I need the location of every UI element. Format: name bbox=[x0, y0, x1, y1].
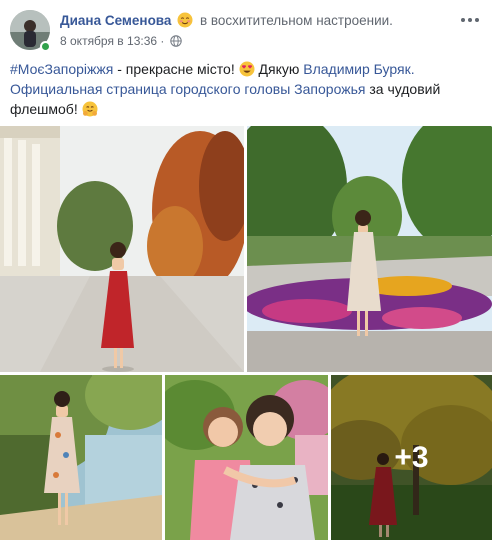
photo-mother-daughter-selfie[interactable] bbox=[165, 375, 328, 540]
timestamp[interactable]: 8 октября в 13:36 bbox=[60, 34, 157, 48]
more-options-icon[interactable] bbox=[460, 12, 480, 28]
photo-woman-red-dress-boulevard[interactable] bbox=[0, 126, 244, 372]
author-name[interactable]: Диана Семенова bbox=[60, 13, 171, 28]
photo-woman-red-dress-yellow-tree[interactable]: +3 bbox=[331, 375, 492, 540]
post-header: Диана Семенова в восхитительном настроен… bbox=[0, 0, 492, 56]
text-part-1: - прекрасне місто! bbox=[113, 61, 239, 77]
photo-woman-flower-bed[interactable] bbox=[247, 126, 492, 372]
post-meta: 8 октября в 13:36 · bbox=[60, 34, 182, 48]
online-status-indicator bbox=[40, 41, 51, 52]
more-photos-overlay[interactable]: +3 bbox=[331, 375, 492, 540]
hugging-emoji-icon bbox=[82, 101, 98, 117]
smiling-blush-emoji-icon bbox=[177, 12, 193, 28]
mention-link-official-page[interactable]: Официальная страница городскогo головы З… bbox=[10, 81, 365, 97]
post-text: #МоєЗапоріжжя - прекрасне місто! Дякую В… bbox=[10, 59, 480, 119]
globe-icon[interactable] bbox=[169, 35, 182, 47]
post-header-line: Диана Семенова в восхитительном настроен… bbox=[60, 12, 393, 29]
more-photos-count: +3 bbox=[394, 440, 429, 474]
meta-separator: · bbox=[157, 34, 168, 48]
mention-link-buryak[interactable]: Владимир Буряк. bbox=[303, 61, 414, 77]
hashtag-link[interactable]: #МоєЗапоріжжя bbox=[10, 61, 113, 77]
heart-eyes-emoji-icon bbox=[239, 61, 255, 77]
feeling-text: в восхитительном настроении. bbox=[199, 13, 393, 28]
photo-woman-riverside[interactable] bbox=[0, 375, 162, 540]
text-part-2: Дякую bbox=[254, 61, 304, 77]
